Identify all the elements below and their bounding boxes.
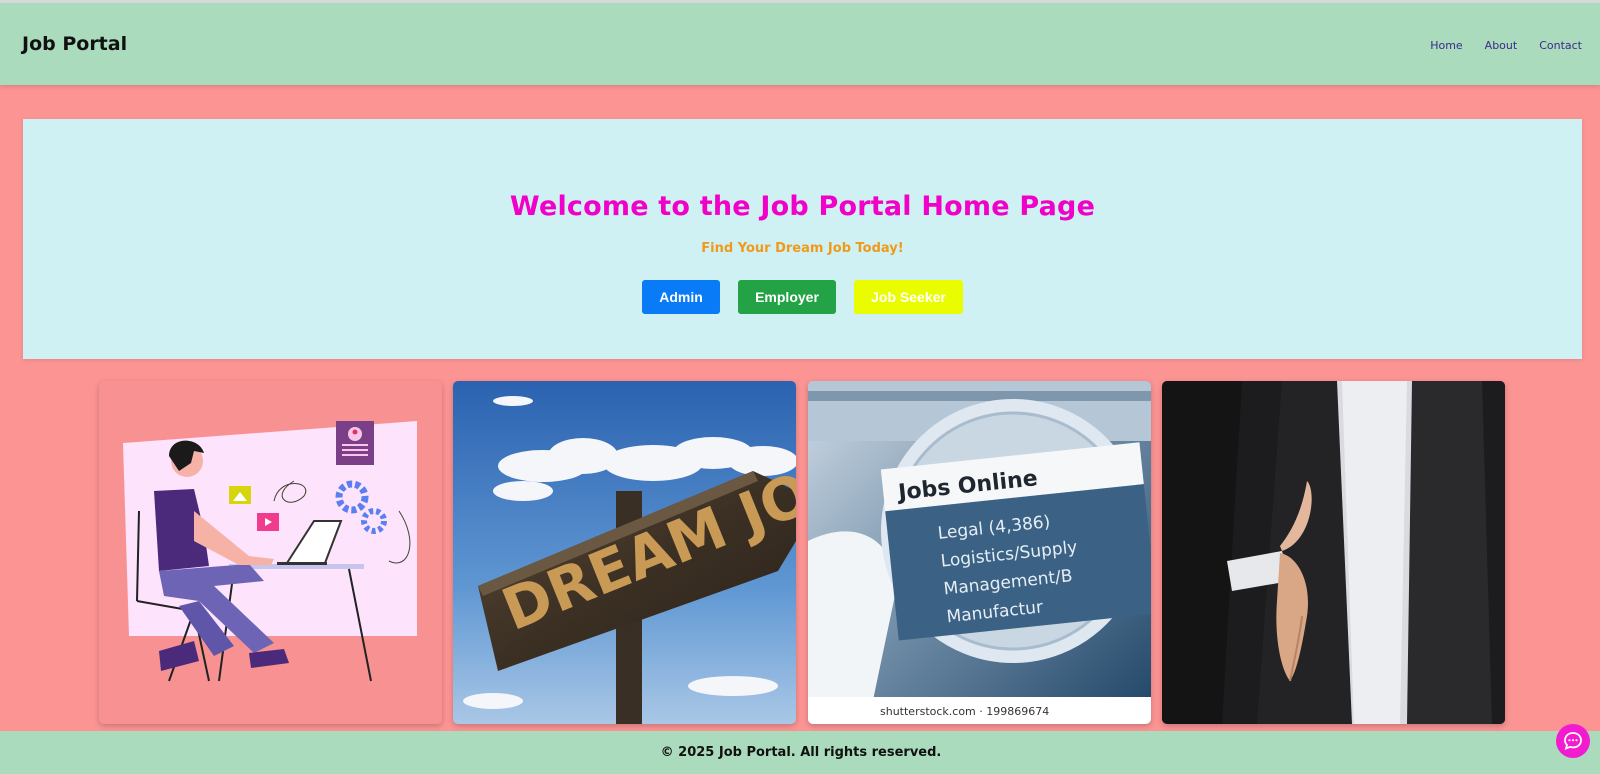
jobs-online-magnifier-photo: Jobs Online Legal (4,386) Logistics/Supp… [808,381,1151,724]
handshake-businessman-photo [1162,381,1505,724]
role-buttons: Admin Employer Job Seeker [23,280,1582,314]
hero-title: Welcome to the Job Portal Home Page [509,191,1096,222]
footer: © 2025 Job Portal. All rights reserved. [0,731,1600,774]
person-at-laptop-illustration [99,381,442,724]
footer-copyright: © 2025 Job Portal. All rights reserved. [660,745,942,760]
image-gallery: DREAM JOB Jobs Online Legal (4,386) Logi… [99,381,1505,725]
nav-link-home[interactable]: Home [1430,39,1462,52]
nav-links: Home About Contact [1408,39,1582,52]
hero-section: Welcome to the Job Portal Home Page Find… [23,119,1582,359]
brand-logo-text[interactable]: Job Portal [22,33,127,55]
nav-link-about[interactable]: About [1485,39,1518,52]
dream-job-signpost-photo: DREAM JOB [453,381,796,724]
admin-button[interactable]: Admin [642,280,720,314]
hero-subtitle: Find Your Dream Job Today! [701,241,904,256]
job-seeker-button[interactable]: Job Seeker [854,280,963,314]
chat-bubble-icon[interactable] [1556,724,1590,758]
employer-button[interactable]: Employer [738,280,836,314]
shutterstock-watermark: shutterstock.com · 199869674 [880,705,1049,718]
nav-link-contact[interactable]: Contact [1539,39,1582,52]
navbar: Job Portal Home About Contact [0,3,1600,85]
